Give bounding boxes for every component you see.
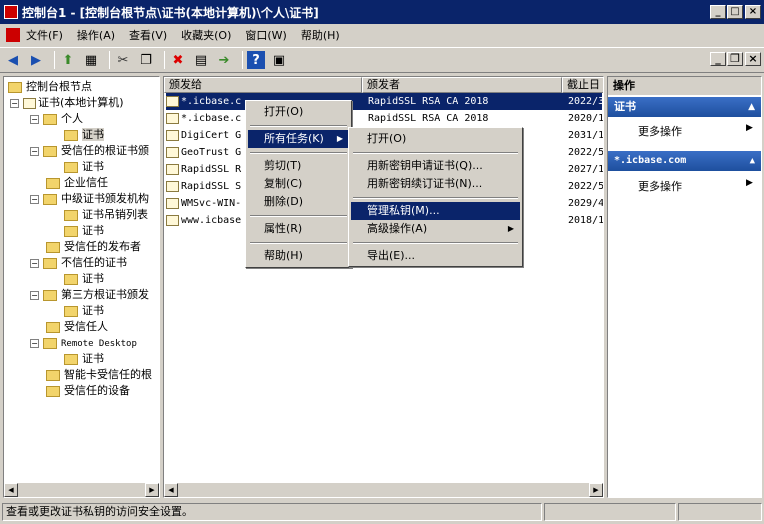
menu-item-help[interactable]: 帮助(H) [248, 247, 349, 265]
maximize-button[interactable]: □ [727, 5, 743, 19]
delete-icon[interactable]: ✖ [169, 51, 187, 69]
copy-icon[interactable]: ❐ [137, 51, 155, 69]
table-row[interactable]: *.icbase.c RapidSSL RSA CA 2018 2020/1 [166, 110, 603, 127]
tree-pane: 控制台根节点 − 证书(本地计算机) − 个人 证书 − 受信任的根证书颁 证书 企业… [3, 76, 160, 498]
more-actions-selected[interactable]: 更多操作 [638, 178, 682, 194]
menu-bar: 文件(F) 操作(A) 查看(V) 收藏夹(O) 窗口(W) 帮助(H) _ ❐… [0, 24, 764, 66]
tree-horizontal-scrollbar[interactable]: ◀ ▶ [4, 483, 159, 497]
tree-item-trusted-publishers[interactable]: 受信任的发布者 [46, 239, 141, 255]
menu-help[interactable]: 帮助(H) [301, 27, 340, 43]
actions-section-selected[interactable]: *.icbase.com ▲ [608, 151, 761, 171]
actions-title: 操作 [608, 77, 761, 95]
show-action-pane-icon[interactable]: ▣ [270, 51, 288, 69]
forward-icon[interactable]: ▶ [27, 51, 45, 69]
tree-item-root[interactable]: 控制台根节点 [8, 79, 92, 95]
chevron-right-icon: ▶ [746, 178, 753, 188]
mmc-icon [4, 5, 18, 19]
tree-item-trusted-people[interactable]: 受信任人 [46, 319, 108, 335]
tree-item-crl[interactable]: 证书吊销列表 [64, 207, 148, 223]
menu-item-all-tasks[interactable]: 所有任务(K) ▶ [248, 130, 349, 148]
submenu-item-request-new-key[interactable]: 用新密钥申请证书(Q)... [351, 157, 520, 175]
properties-icon[interactable]: ▤ [192, 51, 210, 69]
all-tasks-submenu: 打开(O) 用新密钥申请证书(Q)... 用新密钥续订证书(N)... 管理私钥… [348, 127, 523, 267]
actions-section-certs[interactable]: 证书 ▲ [608, 97, 761, 117]
cut-icon[interactable]: ✂ [114, 51, 132, 69]
submenu-item-open[interactable]: 打开(O) [351, 130, 520, 148]
close-button[interactable]: × [745, 5, 761, 19]
column-issued-to[interactable]: 颁发给 [164, 77, 362, 93]
chevron-right-icon: ▶ [746, 123, 753, 133]
column-expiration[interactable]: 截止日 [562, 77, 603, 93]
status-panel-2 [544, 503, 676, 521]
menu-item-properties[interactable]: 属性(R) [248, 220, 349, 238]
tree-item-trusted-root[interactable]: − 受信任的根证书颁 [30, 143, 149, 159]
list-horizontal-scrollbar[interactable]: ◀ ▶ [164, 483, 603, 497]
column-issued-by[interactable]: 颁发者 [362, 77, 562, 93]
menu-view[interactable]: 查看(V) [129, 27, 167, 43]
status-bar: 查看或更改证书私钥的访问安全设置。 [0, 500, 764, 524]
menu-item-copy[interactable]: 复制(C) [248, 175, 349, 193]
tree-item-third-party[interactable]: − 第三方根证书颁发 [30, 287, 149, 303]
tree-item-trusted-devices[interactable]: 受信任的设备 [46, 383, 130, 399]
tree-item-personal-certs[interactable]: 证书 [64, 127, 104, 143]
toolbar: ◀ ▶ ⬆ ▦ ✂ ❐ ✖ ▤ ➔ ? ▣ [0, 47, 764, 73]
show-tree-icon[interactable]: ▦ [82, 51, 100, 69]
minimize-button[interactable]: _ [710, 5, 726, 19]
tree-item-cert-store[interactable]: − 证书(本地计算机) [10, 95, 124, 111]
window-title: 控制台1 - [控制台根节点\证书(本地计算机)\个人\证书] [22, 5, 319, 20]
more-actions-certs[interactable]: 更多操作 [638, 123, 682, 139]
menu-favorites[interactable]: 收藏夹(O) [181, 27, 231, 43]
tree-item-untrusted-certs[interactable]: 证书 [64, 271, 104, 287]
table-row[interactable]: *.icbase.c RapidSSL RSA CA 2018 2022/3 [166, 93, 603, 110]
menu-action[interactable]: 操作(A) [77, 27, 115, 43]
submenu-item-advanced[interactable]: 高级操作(A) ▶ [351, 220, 520, 238]
status-text: 查看或更改证书私钥的访问安全设置。 [2, 503, 542, 521]
context-menu: 打开(O) 所有任务(K) ▶ 剪切(T) 复制(C) 删除(D) 属性(R) 帮… [245, 100, 352, 268]
tree-item-untrusted[interactable]: − 不信任的证书 [30, 255, 127, 271]
tree-item-personal[interactable]: − 个人 [30, 111, 83, 127]
tree-item-remote-desktop[interactable]: − Remote Desktop [30, 335, 137, 351]
submenu-item-manage-private-keys[interactable]: 管理私钥(M)... [351, 202, 520, 220]
tree-item-smartcard[interactable]: 智能卡受信任的根 [46, 367, 152, 383]
menu-file[interactable]: 文件(F) [26, 27, 63, 43]
document-icon [6, 28, 20, 42]
tree-item-intermediate[interactable]: − 中级证书颁发机构 [30, 191, 149, 207]
title-bar: 控制台1 - [控制台根节点\证书(本地计算机)\个人\证书] _ □ × [0, 0, 764, 24]
tree-item-trusted-root-certs[interactable]: 证书 [64, 159, 104, 175]
tree-item-intermediate-certs[interactable]: 证书 [64, 223, 104, 239]
menu-window[interactable]: 窗口(W) [245, 27, 286, 43]
status-panel-3 [678, 503, 762, 521]
tree-item-enterprise[interactable]: 企业信任 [46, 175, 108, 191]
export-icon[interactable]: ➔ [215, 51, 233, 69]
back-icon[interactable]: ◀ [4, 51, 22, 69]
submenu-item-renew-new-key[interactable]: 用新密钥续订证书(N)... [351, 175, 520, 193]
menu-item-delete[interactable]: 删除(D) [248, 193, 349, 211]
help-icon[interactable]: ? [247, 51, 265, 69]
menu-item-cut[interactable]: 剪切(T) [248, 157, 349, 175]
submenu-item-export[interactable]: 导出(E)... [351, 247, 520, 265]
actions-pane: 操作 证书 ▲ 更多操作 ▶ *.icbase.com ▲ 更多操作 ▶ [607, 76, 762, 498]
tree-item-third-party-certs[interactable]: 证书 [64, 303, 104, 319]
tree-item-remote-desktop-certs[interactable]: 证书 [64, 351, 104, 367]
up-folder-icon[interactable]: ⬆ [59, 51, 77, 69]
menu-item-open[interactable]: 打开(O) [248, 103, 349, 121]
